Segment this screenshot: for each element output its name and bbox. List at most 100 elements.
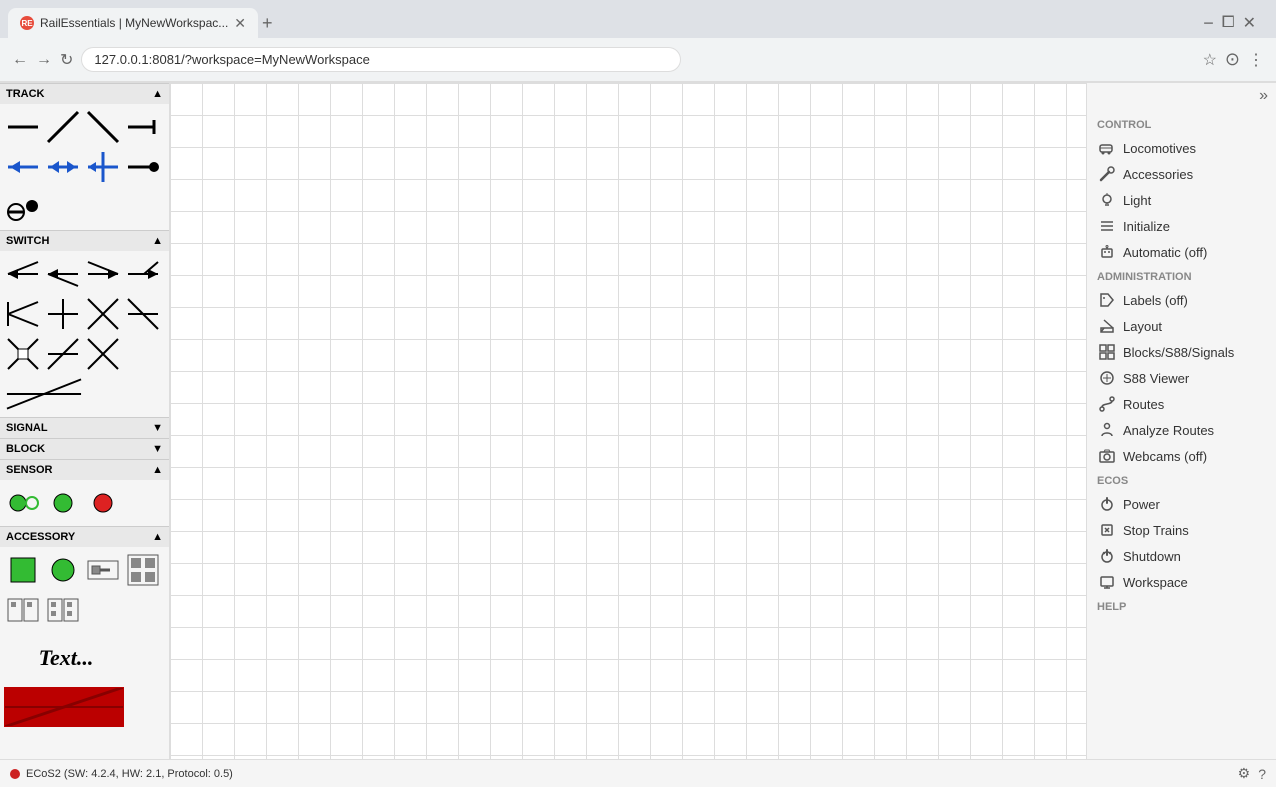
person-icon	[1099, 422, 1115, 438]
accessory-double-1[interactable]	[4, 591, 42, 629]
menu-item-layout[interactable]: Layout	[1087, 313, 1276, 339]
help-section-header: HELP	[1087, 595, 1276, 617]
new-tab-button[interactable]: +	[262, 13, 273, 34]
menu-item-labels[interactable]: Labels (off)	[1087, 287, 1276, 313]
switch-section-header[interactable]: SWITCH ▲	[0, 230, 169, 251]
status-left: ECoS2 (SW: 4.2.4, HW: 2.1, Protocol: 0.5…	[10, 768, 233, 780]
menu-item-s88viewer[interactable]: S88 Viewer	[1087, 365, 1276, 391]
left-panel: TRACK ▲	[0, 83, 170, 759]
status-right: ⚙ ?	[1238, 765, 1266, 782]
accessories-label: Accessories	[1123, 167, 1193, 182]
menu-item-workspace[interactable]: Workspace	[1087, 569, 1276, 595]
switch-label: SWITCH	[6, 235, 49, 247]
bookmark-icon[interactable]: ☆	[1203, 50, 1217, 70]
webcams-label: Webcams (off)	[1123, 449, 1207, 464]
close-icon[interactable]: ✕	[1243, 13, 1256, 33]
track-straight[interactable]	[4, 108, 42, 146]
track-arrow-both[interactable]	[44, 148, 82, 186]
track-diagonal-1[interactable]	[44, 108, 82, 146]
canvas-area[interactable]	[170, 83, 1086, 759]
switch-4[interactable]	[124, 255, 162, 293]
sensor-green-filled[interactable]	[4, 484, 42, 522]
menu-item-shutdown[interactable]: Shutdown	[1087, 543, 1276, 569]
locomotives-label: Locomotives	[1123, 141, 1196, 156]
grid-canvas	[170, 83, 1086, 759]
menu-item-accessories[interactable]: Accessories	[1087, 161, 1276, 187]
track-buffer[interactable]	[124, 108, 162, 146]
labels-label: Labels (off)	[1123, 293, 1188, 308]
switch-2[interactable]	[44, 255, 82, 293]
track-section-header[interactable]: TRACK ▲	[0, 83, 169, 104]
workspace-icon	[1099, 574, 1115, 590]
text-track-item[interactable]: Text...	[6, 637, 126, 679]
red-diagonal-item[interactable]	[4, 687, 124, 727]
tag-icon	[1099, 292, 1115, 308]
status-bar: ECoS2 (SW: 4.2.4, HW: 2.1, Protocol: 0.5…	[0, 759, 1276, 787]
forward-button[interactable]: →	[36, 51, 52, 69]
switch-7[interactable]	[84, 295, 122, 333]
menu-item-light[interactable]: Light	[1087, 187, 1276, 213]
accessory-double-2[interactable]	[44, 591, 82, 629]
menu-item-initialize[interactable]: Initialize	[1087, 213, 1276, 239]
tab-title: RailEssentials | MyNewWorkspac...	[40, 16, 228, 30]
sensor-green-outline[interactable]	[44, 484, 82, 522]
camera-icon	[1099, 448, 1115, 464]
active-tab[interactable]: RE RailEssentials | MyNewWorkspac... ✕	[8, 8, 258, 38]
power-icon	[1099, 496, 1115, 512]
signal-section-header[interactable]: SIGNAL ▼	[0, 417, 169, 438]
sensor-red[interactable]	[84, 484, 122, 522]
address-right: ☆ ⊙ ⋮	[1203, 49, 1264, 70]
switch-10[interactable]	[44, 335, 82, 373]
menu-icon[interactable]: ⋮	[1248, 50, 1264, 70]
s88viewer-label: S88 Viewer	[1123, 371, 1189, 386]
settings-icon[interactable]: ⚙	[1238, 765, 1251, 782]
menu-item-stop-trains[interactable]: Stop Trains	[1087, 517, 1276, 543]
account-icon[interactable]: ⊙	[1225, 49, 1240, 70]
switch-6[interactable]	[44, 295, 82, 333]
menu-item-routes[interactable]: Routes	[1087, 391, 1276, 417]
menu-item-blocks[interactable]: Blocks/S88/Signals	[1087, 339, 1276, 365]
tab-close-btn[interactable]: ✕	[234, 15, 246, 32]
accessory-green-square[interactable]	[4, 551, 42, 589]
accessory-panel-block[interactable]	[124, 551, 162, 589]
edit-icon	[1099, 318, 1115, 334]
block-section-header[interactable]: BLOCK ▼	[0, 438, 169, 459]
menu-item-power[interactable]: Power	[1087, 491, 1276, 517]
admin-section-header: ADMINISTRATION	[1087, 265, 1276, 287]
track-section-content	[0, 104, 169, 230]
menu-item-locomotives[interactable]: Locomotives	[1087, 135, 1276, 161]
maximize-icon[interactable]: ⧠	[1222, 14, 1235, 32]
accessory-section-header[interactable]: ACCESSORY ▲	[0, 526, 169, 547]
sensor-label: SENSOR	[6, 464, 52, 476]
panel-collapse-button[interactable]: »	[1259, 87, 1268, 105]
menu-item-analyze[interactable]: Analyze Routes	[1087, 417, 1276, 443]
switch-12[interactable]	[4, 375, 84, 413]
minimize-icon[interactable]: −	[1203, 13, 1214, 34]
reload-button[interactable]: ↻	[60, 50, 73, 70]
menu-item-webcams[interactable]: Webcams (off)	[1087, 443, 1276, 469]
sensor-section-header[interactable]: SENSOR ▲	[0, 459, 169, 480]
switch-9[interactable]	[4, 335, 42, 373]
track-circle-end[interactable]	[124, 148, 162, 186]
main-layout: TRACK ▲	[0, 83, 1276, 759]
address-input[interactable]	[81, 47, 681, 72]
track-small-circle[interactable]	[4, 188, 42, 226]
switch-3[interactable]	[84, 255, 122, 293]
switch-11[interactable]	[84, 335, 122, 373]
help-icon[interactable]: ?	[1258, 766, 1266, 782]
analyze-label: Analyze Routes	[1123, 423, 1214, 438]
track-arrow-cross[interactable]	[84, 148, 122, 186]
back-button[interactable]: ←	[12, 51, 28, 69]
accessory-green-circle[interactable]	[44, 551, 82, 589]
workspace-label: Workspace	[1123, 575, 1188, 590]
switch-5[interactable]	[4, 295, 42, 333]
track-diagonal-2[interactable]	[84, 108, 122, 146]
sensor-section-content	[0, 480, 169, 526]
signal-label: SIGNAL	[6, 422, 48, 434]
block-label: BLOCK	[6, 443, 45, 455]
accessory-switch-indicator[interactable]	[84, 551, 122, 589]
track-arrow-left[interactable]	[4, 148, 42, 186]
switch-8[interactable]	[124, 295, 162, 333]
menu-item-automatic[interactable]: Automatic (off)	[1087, 239, 1276, 265]
switch-1[interactable]	[4, 255, 42, 293]
